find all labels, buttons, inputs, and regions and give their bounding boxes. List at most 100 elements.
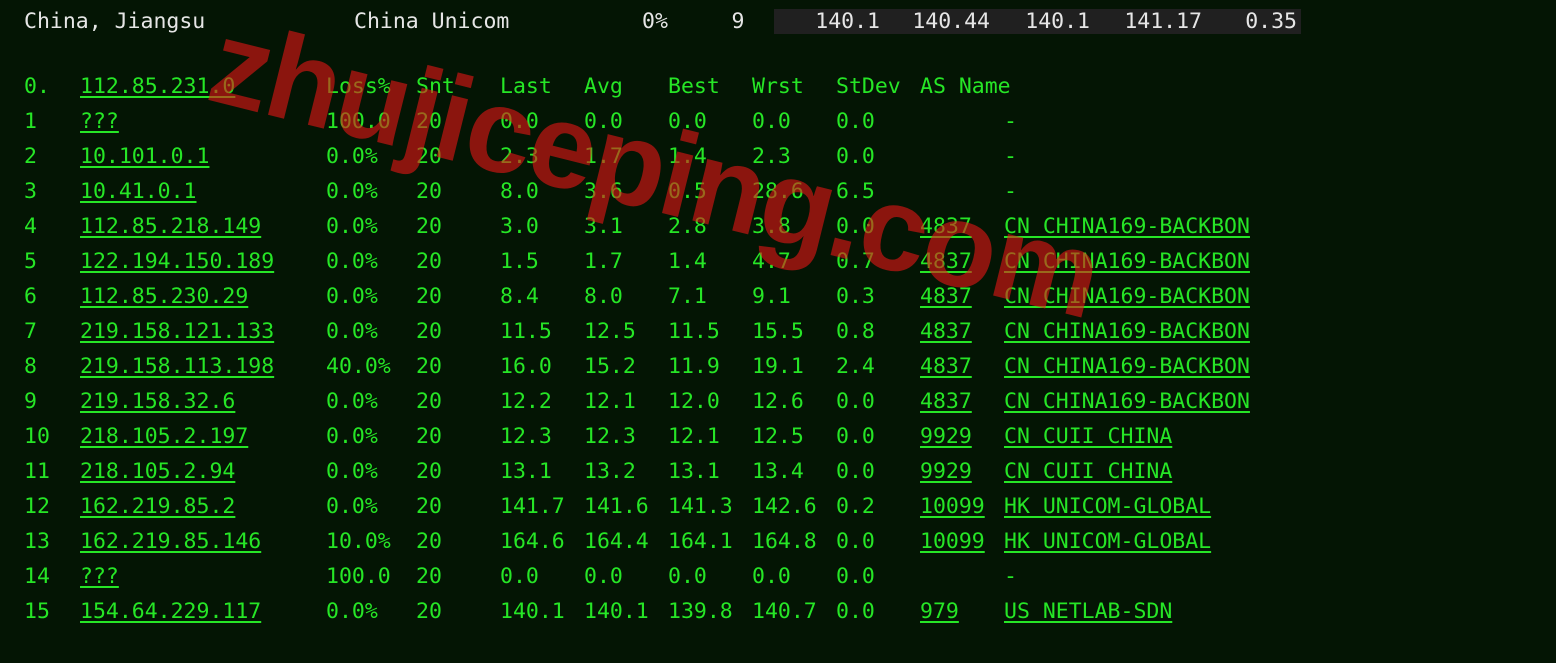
trace-row: 15154.64.229.1170.0%20140.1140.1139.8140…: [24, 599, 1556, 634]
cell-loss: 0.0%: [326, 389, 416, 414]
cell-asname: CN CHINA169-BACKBON: [1004, 354, 1364, 379]
cell-as: 10099: [920, 494, 1004, 519]
cell-last: 2.3: [500, 144, 584, 169]
cell-hop: 5: [24, 249, 80, 274]
cell-stdev: 0.0: [836, 214, 920, 239]
cell-loss: 0.0%: [326, 424, 416, 449]
cell-avg: 8.0: [584, 284, 668, 309]
cell-stdev: 0.0: [836, 529, 920, 554]
cell-snt: 20: [416, 284, 500, 309]
cell-as: 4837: [920, 214, 1004, 239]
cell-best: 0.5: [668, 179, 752, 204]
cell-hop: 11: [24, 459, 80, 484]
cell-last: 13.1: [500, 459, 584, 484]
col-asname: AS Name: [920, 74, 1280, 99]
trace-row: 1???100.0200.00.00.00.00.0-: [24, 109, 1556, 144]
trace-row: 210.101.0.10.0%202.31.71.42.30.0-: [24, 144, 1556, 179]
col-hop: 0.: [24, 74, 80, 99]
cell-snt: 20: [416, 494, 500, 519]
cell-loss: 100.0: [326, 109, 416, 134]
cell-loss: 0.0%: [326, 284, 416, 309]
trace-row: 14???100.0200.00.00.00.00.0-: [24, 564, 1556, 599]
cell-hop: 13: [24, 529, 80, 554]
cell-host: 122.194.150.189: [80, 249, 326, 274]
cell-snt: 20: [416, 599, 500, 624]
header-stat-last: 140.1: [774, 9, 884, 34]
cell-host: 219.158.121.133: [80, 319, 326, 344]
trace-row: 8219.158.113.19840.0%2016.015.211.919.12…: [24, 354, 1556, 389]
cell-host: 10.101.0.1: [80, 144, 326, 169]
cell-best: 11.5: [668, 319, 752, 344]
cell-as: 4837: [920, 319, 1004, 344]
trace-row: 5122.194.150.1890.0%201.51.71.44.70.7483…: [24, 249, 1556, 284]
cell-snt: 20: [416, 214, 500, 239]
terminal-screen: China, Jiangsu China Unicom 0% 9 140.1 1…: [0, 0, 1556, 663]
cell-avg: 1.7: [584, 249, 668, 274]
cell-wrst: 13.4: [752, 459, 836, 484]
cell-wrst: 19.1: [752, 354, 836, 379]
cell-last: 12.3: [500, 424, 584, 449]
cell-wrst: 0.0: [752, 564, 836, 589]
cell-stdev: 0.8: [836, 319, 920, 344]
cell-host: 219.158.113.198: [80, 354, 326, 379]
cell-avg: 0.0: [584, 564, 668, 589]
cell-hop: 1: [24, 109, 80, 134]
cell-best: 139.8: [668, 599, 752, 624]
column-header-row: 0. 112.85.231.0 Loss% Snt Last Avg Best …: [24, 74, 1556, 109]
header-stat-best: 140.1: [994, 9, 1094, 34]
cell-best: 2.8: [668, 214, 752, 239]
header-stat-wrst: 141.17: [1094, 9, 1206, 34]
cell-loss: 0.0%: [326, 144, 416, 169]
cell-last: 16.0: [500, 354, 584, 379]
cell-host: 218.105.2.94: [80, 459, 326, 484]
cell-wrst: 164.8: [752, 529, 836, 554]
cell-loss: 0.0%: [326, 249, 416, 274]
col-stdev: StDev: [836, 74, 920, 99]
cell-host: 10.41.0.1: [80, 179, 326, 204]
header-loss: 0%: [602, 9, 708, 34]
cell-hop: 9: [24, 389, 80, 414]
cell-as: 4837: [920, 389, 1004, 414]
cell-snt: 20: [416, 319, 500, 344]
cell-loss: 10.0%: [326, 529, 416, 554]
cell-last: 11.5: [500, 319, 584, 344]
cell-hop: 12: [24, 494, 80, 519]
cell-host: ???: [80, 109, 326, 134]
cell-best: 1.4: [668, 144, 752, 169]
cell-avg: 15.2: [584, 354, 668, 379]
cell-host: 154.64.229.117: [80, 599, 326, 624]
cell-as: 10099: [920, 529, 1004, 554]
cell-avg: 3.6: [584, 179, 668, 204]
cell-stdev: 0.0: [836, 459, 920, 484]
cell-wrst: 4.7: [752, 249, 836, 274]
header-row: China, Jiangsu China Unicom 0% 9 140.1 1…: [0, 0, 1556, 36]
trace-body: 0. 112.85.231.0 Loss% Snt Last Avg Best …: [0, 36, 1556, 634]
cell-best: 12.1: [668, 424, 752, 449]
cell-stdev: 2.4: [836, 354, 920, 379]
cell-last: 3.0: [500, 214, 584, 239]
trace-row: 310.41.0.10.0%208.03.60.528.66.5-: [24, 179, 1556, 214]
col-avg: Avg: [584, 74, 668, 99]
cell-as: 979: [920, 599, 1004, 624]
cell-as: 9929: [920, 424, 1004, 449]
trace-row: 10218.105.2.1970.0%2012.312.312.112.50.0…: [24, 424, 1556, 459]
cell-asname: -: [1004, 109, 1364, 134]
cell-avg: 1.7: [584, 144, 668, 169]
cell-asname: US NETLAB-SDN: [1004, 599, 1364, 624]
cell-hop: 4: [24, 214, 80, 239]
trace-row: 7219.158.121.1330.0%2011.512.511.515.50.…: [24, 319, 1556, 354]
cell-best: 11.9: [668, 354, 752, 379]
cell-last: 8.4: [500, 284, 584, 309]
header-location: China, Jiangsu: [24, 9, 354, 34]
cell-snt: 20: [416, 564, 500, 589]
cell-wrst: 2.3: [752, 144, 836, 169]
cell-loss: 0.0%: [326, 599, 416, 624]
cell-asname: HK UNICOM-GLOBAL: [1004, 494, 1364, 519]
trace-row: 11218.105.2.940.0%2013.113.213.113.40.09…: [24, 459, 1556, 494]
cell-host: 218.105.2.197: [80, 424, 326, 449]
trace-row: 12162.219.85.20.0%20141.7141.6141.3142.6…: [24, 494, 1556, 529]
cell-avg: 164.4: [584, 529, 668, 554]
cell-asname: CN CHINA169-BACKBON: [1004, 319, 1364, 344]
col-loss: Loss%: [326, 74, 416, 99]
cell-loss: 0.0%: [326, 319, 416, 344]
